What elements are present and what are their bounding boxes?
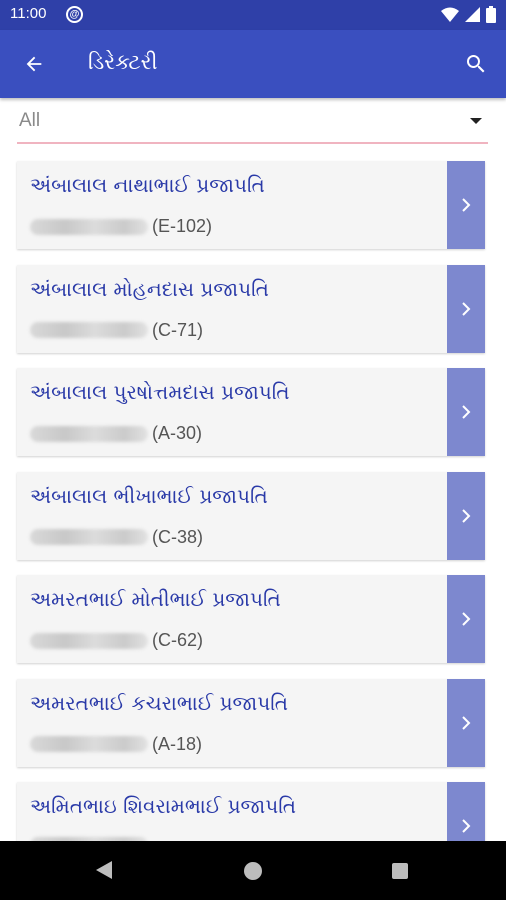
- nav-home-icon[interactable]: [244, 862, 262, 880]
- redacted-phone: [30, 322, 148, 338]
- member-name: અંબાલાલ નાથાભાઈ પ્રજાપતિ: [30, 173, 265, 197]
- redacted-phone: [30, 736, 148, 752]
- nav-recents-icon[interactable]: [392, 863, 408, 879]
- member-name: અંબાલાલ મોહનદાસ પ્રજાપતિ: [30, 276, 269, 301]
- member-detail: (C-38): [30, 527, 203, 548]
- category-dropdown[interactable]: All: [17, 104, 488, 144]
- member-name: અમિતભાઇ શિવરામભાઈ પ્રજાપતિ: [30, 794, 297, 818]
- member-name: અમરતભાઈ કચરાભાઈ પ્રજાપતિ: [30, 690, 289, 715]
- member-detail: (C-62): [30, 630, 203, 651]
- chevron-right-icon: [462, 198, 471, 212]
- chevron-right-icon: [462, 405, 471, 419]
- open-button[interactable]: [447, 368, 485, 456]
- chevron-right-icon: [462, 301, 471, 316]
- system-nav-bar: [0, 841, 506, 900]
- list-item[interactable]: અંબાલાલ ભીખાભાઈ પ્રજાપતિ (C-38): [17, 471, 485, 560]
- redacted-phone: [30, 529, 148, 545]
- search-icon: [467, 55, 485, 73]
- status-time: 11:00: [10, 5, 47, 22]
- chevron-right-icon: [462, 508, 471, 523]
- chevron-down-icon: [470, 118, 482, 124]
- member-detail: (A-30): [30, 423, 202, 444]
- redacted-phone: [30, 632, 148, 649]
- wifi-icon: [441, 7, 459, 22]
- arrow-left-icon: [26, 56, 42, 72]
- list-item[interactable]: અમરતભાઈ મોતીભાઈ પ્રજાપતિ (C-62): [17, 575, 485, 663]
- member-name: અંબાલાલ ભીખાભાઈ પ્રજાપતિ: [30, 483, 268, 508]
- list-item[interactable]: અંબાલાલ નાથાભાઈ પ્રજાપતિ (E-102): [17, 161, 485, 249]
- status-bar: 11:00 @: [0, 0, 506, 30]
- redacted-phone: [30, 218, 148, 235]
- chevron-right-icon: [462, 612, 471, 626]
- member-code: (C-38): [152, 526, 204, 547]
- member-code: (E-102): [152, 216, 213, 236]
- list-item[interactable]: અંબાલાલ મોહનદાસ પ્રજાપતિ (C-71): [17, 264, 485, 353]
- member-code: (A-30): [152, 423, 203, 443]
- member-name: અંબાલાલ પુરષોત્તમદાસ પ્રજાપતિ: [30, 380, 290, 404]
- nav-back-icon[interactable]: [96, 861, 112, 879]
- open-button[interactable]: [447, 161, 485, 249]
- app-bar: ડિરેક્ટરી: [0, 30, 506, 98]
- member-name: અમરતભાઈ મોતીભાઈ પ્રજાપતિ: [30, 587, 281, 611]
- member-code: (A-18): [152, 733, 203, 754]
- list-item[interactable]: અમરતભાઈ કચરાભાઈ પ્રજાપતિ (A-18): [17, 678, 485, 767]
- member-detail: (A-18): [30, 734, 202, 755]
- open-button[interactable]: [447, 264, 485, 353]
- signal-icon: [465, 6, 480, 22]
- battery-icon: [486, 6, 496, 23]
- chevron-right-icon: [462, 819, 471, 833]
- dropdown-selected-value: All: [19, 110, 41, 131]
- member-detail: (C-71): [30, 320, 203, 341]
- search-button[interactable]: [460, 48, 492, 80]
- notification-icon: @: [66, 6, 83, 23]
- page-title: ડિરેક્ટરી: [88, 50, 158, 74]
- open-button[interactable]: [447, 575, 485, 663]
- member-code: (C-62): [152, 630, 204, 650]
- status-icons: [441, 6, 496, 23]
- member-code: (C-71): [152, 319, 204, 340]
- open-button[interactable]: [447, 678, 485, 767]
- redacted-phone: [30, 425, 148, 442]
- open-button[interactable]: [447, 471, 485, 560]
- chevron-right-icon: [462, 715, 471, 730]
- member-list: અંબાલાલ નાથાભાઈ પ્રજાપતિ (E-102) અંબાલાલ…: [17, 161, 485, 886]
- list-item[interactable]: અંબાલાલ પુરષોત્તમદાસ પ્રજાપતિ (A-30): [17, 368, 485, 456]
- back-button[interactable]: [18, 48, 50, 80]
- member-detail: (E-102): [30, 216, 212, 237]
